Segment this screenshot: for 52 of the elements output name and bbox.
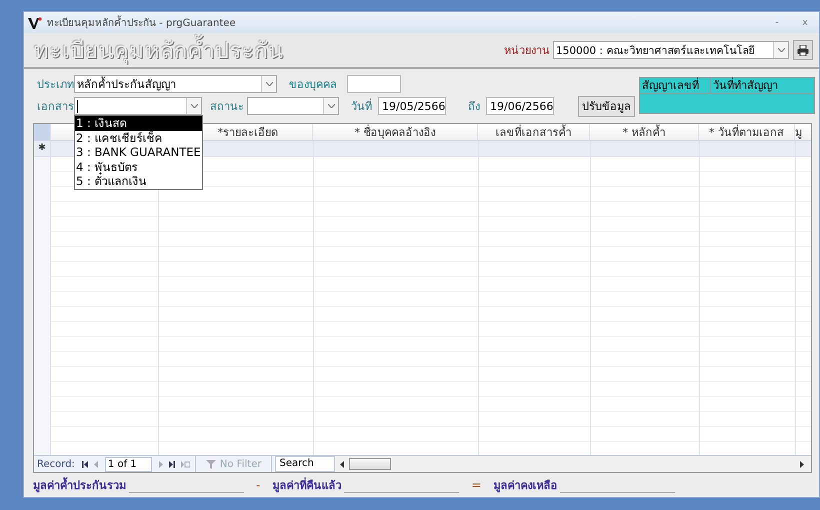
total-label: มูลค่าค้ำประกันรวม [33,476,126,494]
date-from-field[interactable]: 19/05/2566 [378,97,446,115]
operator-sign: = [471,478,482,492]
scroll-left-icon[interactable] [340,460,344,468]
new-record-icon[interactable] [180,460,190,468]
previous-record-icon[interactable] [94,460,98,468]
unit-dropdown[interactable]: 150000 : คณะวิทยาศาสตร์และเทคโนโลยี [553,41,789,59]
column-header[interactable]: * ชื่อบุคคลอ้างอิง [354,124,436,140]
field-label: ประเภท [36,77,75,93]
dropdown-option[interactable]: 5 : ตั๋วแลกเงิน [75,174,202,189]
field-label: เอกสาร [36,99,75,115]
next-record-icon[interactable] [158,460,163,468]
record-position-field[interactable]: 1 of 1 [104,456,152,472]
column-header[interactable]: *รายละเอียด [218,124,278,140]
dropdown-option[interactable]: 3 : BANK GUARANTEE [75,145,202,160]
scroll-right-icon[interactable] [800,460,804,468]
column-header: วันที่ทำสัญญา [712,78,778,93]
minimize-button[interactable]: - [763,18,791,28]
field-label: สถานะ [210,99,245,115]
dropdown-option[interactable]: 1 : เงินสด [75,116,202,131]
close-button[interactable]: x [791,18,819,28]
column-header[interactable]: * วันที่ตามเอกส [709,124,784,140]
type-dropdown[interactable]: หลักค้ำประกันสัญญา [74,75,277,93]
last-record-icon[interactable] [168,460,175,468]
record-label: Record: [37,458,75,470]
horizontal-scrollbar[interactable] [335,456,811,472]
status-dropdown[interactable] [247,97,339,115]
field-label: ของบุคคล [289,77,338,93]
first-record-icon[interactable] [82,460,88,468]
field-label: ถึง [468,99,481,115]
unit-label: หน่วยงาน [504,43,550,59]
scroll-thumb[interactable] [349,458,392,470]
total-label: มูลค่าคงเหลือ [493,478,558,494]
dropdown-option[interactable]: 2 : แคชเชียร์เช็ค [75,130,202,146]
printer-icon [797,44,809,56]
print-button[interactable] [793,40,813,60]
column-header: สัญญาเลขที่ [640,78,711,93]
person-field[interactable] [347,75,401,93]
date-to-field[interactable]: 19/06/2566 [486,97,554,115]
total-label: มูลค่าที่คืนแล้ว [272,476,342,494]
document-dropdown[interactable] [74,97,202,115]
form-title: ทะเบียนคุมหลักค้ำประกัน [34,32,284,68]
column-header[interactable]: * หลักค้ำ [622,124,666,140]
funnel-icon [206,460,216,468]
app-logo-icon [28,16,42,28]
refresh-button[interactable]: ปรับข้อมูล [578,96,635,116]
column-header[interactable]: เลขที่เอกสารค้ำ [496,124,572,140]
column-header[interactable]: มู [795,124,802,140]
operator-sign: - [256,478,260,492]
window-title: ทะเบียนคุมหลักค้ำประกัน - prgGuarantee [47,15,236,30]
field-label: วันที่ [351,98,373,115]
search-field[interactable]: Search [275,456,336,472]
